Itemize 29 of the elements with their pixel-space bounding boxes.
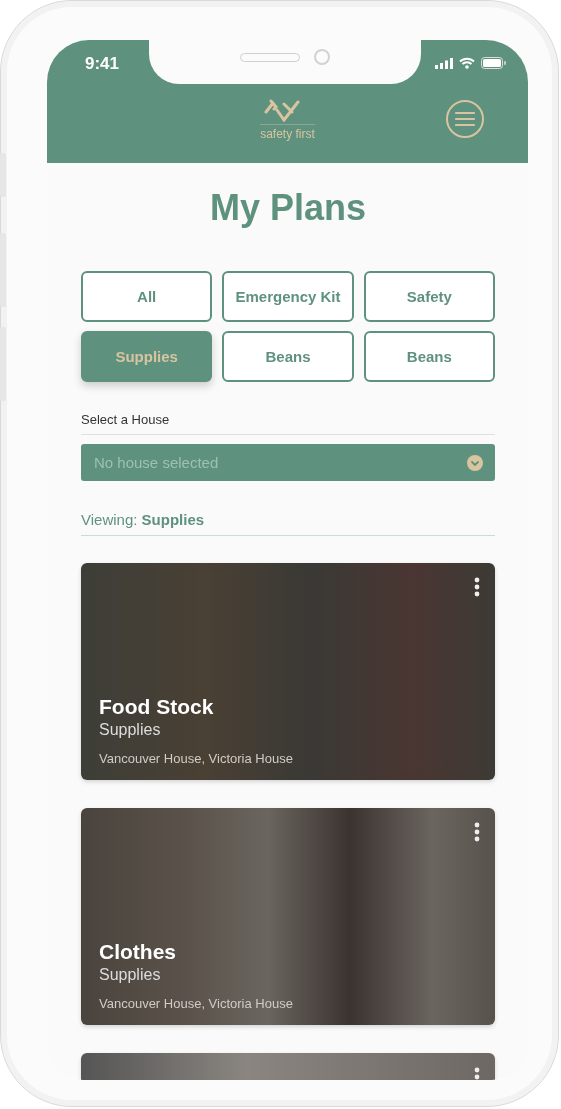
filter-tab[interactable]: Beans (222, 331, 354, 382)
battery-icon (481, 57, 506, 69)
wifi-icon (459, 57, 475, 69)
select-house-label: Select a House (81, 412, 495, 435)
plan-card[interactable]: Clothes Supplies Vancouver House, Victoria House (81, 808, 495, 1025)
plan-card[interactable]: Food Stock Supplies Vancouver House, Victoria House (81, 563, 495, 780)
signal-icon (435, 57, 453, 69)
chevron-down-icon (467, 454, 483, 471)
status-time: 9:41 (85, 54, 120, 74)
filter-tab[interactable]: Beans (363, 331, 495, 382)
card-houses: Vancouver House, Victoria House (99, 751, 294, 766)
viewing-label: Viewing: Supplies (81, 511, 495, 536)
card-title: Clothes (99, 940, 177, 964)
card-category: Supplies (99, 966, 162, 984)
more-options-icon[interactable] (474, 577, 480, 597)
more-options-icon[interactable] (474, 822, 480, 842)
filter-tab[interactable]: Supplies (81, 331, 213, 382)
logo-text: safety first (260, 124, 315, 141)
page-title: My Plans (208, 187, 368, 229)
card-houses: Vancouver House, Victoria House (99, 996, 294, 1011)
card-title: Food Stock (99, 695, 215, 719)
card-category: Supplies (99, 721, 162, 739)
house-dropdown[interactable]: No house selected (81, 444, 495, 481)
camera-lens (314, 49, 330, 65)
menu-icon (455, 111, 475, 127)
side-key (0, 153, 6, 197)
filter-tab[interactable]: All (81, 271, 213, 322)
filter-tab[interactable]: Emergency Kit (222, 271, 354, 322)
filter-tab[interactable]: Safety (363, 271, 495, 322)
